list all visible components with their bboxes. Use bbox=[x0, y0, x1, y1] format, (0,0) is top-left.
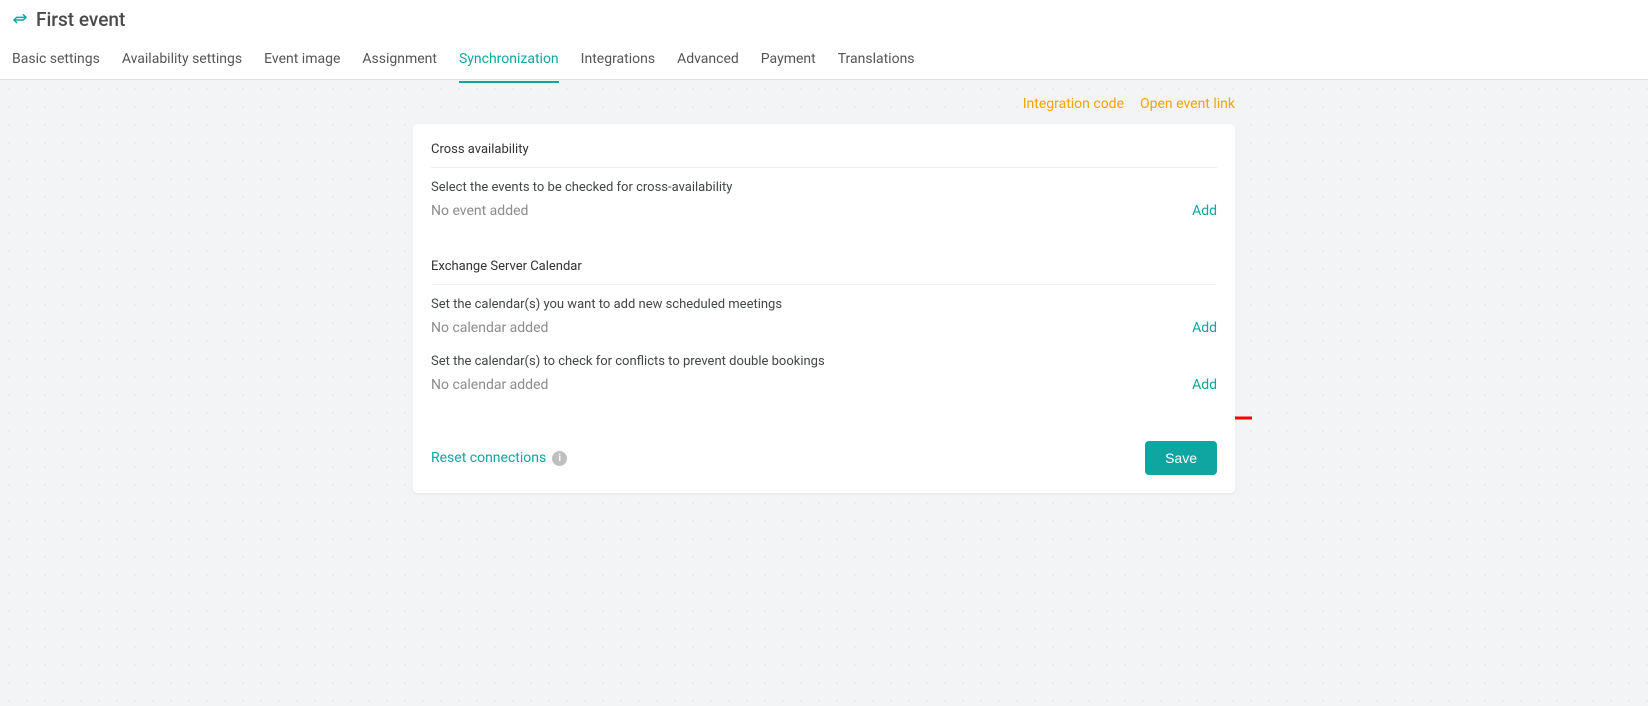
cross-availability-placeholder: No event added bbox=[431, 203, 528, 219]
tab-assignment[interactable]: Assignment bbox=[362, 51, 437, 83]
exchange-conflict-row: No calendar added Add bbox=[431, 377, 1217, 393]
info-icon: i bbox=[552, 451, 567, 466]
save-button[interactable]: Save bbox=[1145, 441, 1217, 475]
exchange-add-placeholder: No calendar added bbox=[431, 320, 548, 336]
content-area: Integration code Open event link Cross a… bbox=[0, 80, 1648, 493]
add-exchange-calendar-button[interactable]: Add bbox=[1192, 320, 1217, 336]
swap-icon bbox=[12, 12, 28, 28]
tab-translations[interactable]: Translations bbox=[838, 51, 915, 83]
card-footer: Reset connections i Save bbox=[431, 441, 1217, 475]
page-header: First event Basic settings Availability … bbox=[0, 0, 1648, 80]
tab-availability-settings[interactable]: Availability settings bbox=[122, 51, 242, 83]
tab-advanced[interactable]: Advanced bbox=[677, 51, 739, 83]
exchange-add-desc: Set the calendar(s) you want to add new … bbox=[431, 297, 1217, 312]
title-row: First event bbox=[0, 0, 1648, 31]
settings-card: Cross availability Select the events to … bbox=[413, 124, 1235, 493]
tab-event-image[interactable]: Event image bbox=[264, 51, 340, 83]
open-event-link[interactable]: Open event link bbox=[1140, 96, 1235, 112]
exchange-conflict-placeholder: No calendar added bbox=[431, 377, 548, 393]
exchange-conflict-desc: Set the calendar(s) to check for conflic… bbox=[431, 354, 1217, 369]
add-cross-availability-button[interactable]: Add bbox=[1192, 203, 1217, 219]
cross-availability-desc: Select the events to be checked for cros… bbox=[431, 180, 1217, 195]
cross-availability-title: Cross availability bbox=[431, 142, 1217, 168]
integration-code-link[interactable]: Integration code bbox=[1023, 96, 1124, 112]
cross-availability-row: No event added Add bbox=[431, 203, 1217, 219]
exchange-title: Exchange Server Calendar bbox=[431, 259, 1217, 285]
tab-integrations[interactable]: Integrations bbox=[581, 51, 655, 83]
exchange-add-row: No calendar added Add bbox=[431, 320, 1217, 336]
tab-payment[interactable]: Payment bbox=[761, 51, 816, 83]
top-links: Integration code Open event link bbox=[413, 96, 1235, 112]
reset-connections-link[interactable]: Reset connections i bbox=[431, 450, 567, 466]
reset-connections-label: Reset connections bbox=[431, 450, 546, 466]
add-conflict-calendar-button[interactable]: Add bbox=[1192, 377, 1217, 393]
tab-synchronization[interactable]: Synchronization bbox=[459, 51, 559, 83]
page-title: First event bbox=[36, 8, 125, 31]
tab-basic-settings[interactable]: Basic settings bbox=[12, 51, 100, 83]
